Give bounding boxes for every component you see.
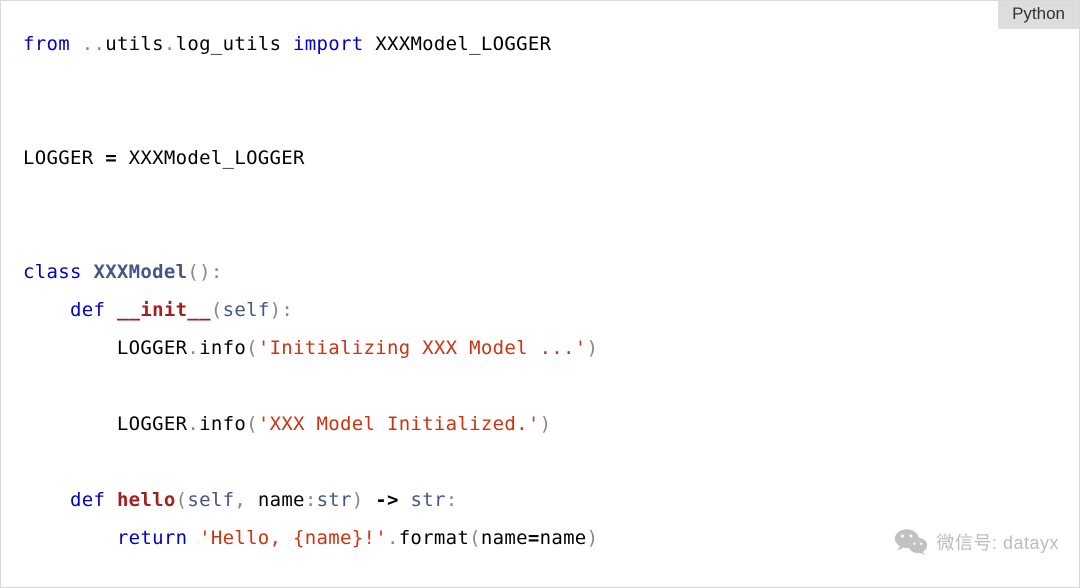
code-token: ( — [211, 299, 223, 321]
code-token: return — [117, 527, 187, 549]
code-token: info — [199, 337, 246, 359]
code-token: : — [305, 489, 317, 511]
code-token: . — [187, 337, 199, 359]
code-token: (): — [187, 261, 222, 283]
code-token: from — [23, 33, 70, 55]
code-token: -> — [375, 489, 398, 511]
code-token: = — [105, 147, 117, 169]
code-token: info — [199, 413, 246, 435]
code-token: . — [387, 527, 399, 549]
code-token: , — [234, 489, 257, 511]
code-token: log_utils — [176, 33, 293, 55]
code-token: : — [446, 489, 458, 511]
code-token: XXXModel_LOGGER — [363, 33, 551, 55]
code-token: format — [399, 527, 469, 549]
code-token — [70, 33, 82, 55]
code-token: class — [23, 261, 82, 283]
code-token: .. — [82, 33, 105, 55]
code-token: utils — [105, 33, 164, 55]
code-token: ) — [540, 413, 552, 435]
code-token: hello — [117, 489, 176, 511]
code-token — [23, 299, 70, 321]
code-token — [105, 489, 117, 511]
code-token: LOGGER — [23, 413, 187, 435]
code-token: 'XXX Model Initialized.' — [258, 413, 540, 435]
code-token: ) — [587, 337, 599, 359]
code-token — [105, 299, 117, 321]
code-token: def — [70, 299, 105, 321]
code-token: LOGGER — [23, 337, 187, 359]
code-token: str — [411, 489, 446, 511]
code-token: ( — [469, 527, 481, 549]
code-token: . — [187, 413, 199, 435]
code-token: XXXModel — [93, 261, 187, 283]
code-token: LOGGER — [23, 147, 105, 169]
code-token — [23, 527, 117, 549]
code-token: __init__ — [117, 299, 211, 321]
code-token: name — [540, 527, 587, 549]
code-token: name — [481, 527, 528, 549]
code-block-frame: Python from ..utils.log_utils import XXX… — [0, 0, 1080, 588]
code-token: ( — [246, 413, 258, 435]
code-token — [187, 527, 199, 549]
code-token — [82, 261, 94, 283]
code-token: = — [528, 527, 540, 549]
code-token — [399, 489, 411, 511]
code-token: 'Initializing XXX Model ...' — [258, 337, 587, 359]
code-token — [23, 489, 70, 511]
code-token: import — [293, 33, 363, 55]
code-token: ( — [246, 337, 258, 359]
code-token: ( — [176, 489, 188, 511]
code-token: ): — [270, 299, 293, 321]
code-content: from ..utils.log_utils import XXXModel_L… — [1, 1, 1079, 579]
code-token: str — [317, 489, 352, 511]
code-token: ) — [587, 527, 599, 549]
code-token: ) — [352, 489, 375, 511]
language-badge: Python — [998, 1, 1079, 29]
code-token: XXXModel_LOGGER — [117, 147, 305, 169]
code-token: . — [164, 33, 176, 55]
code-token: self — [223, 299, 270, 321]
code-token: 'Hello, {name}!' — [199, 527, 387, 549]
code-token: self — [187, 489, 234, 511]
code-token: def — [70, 489, 105, 511]
code-token: name — [258, 489, 305, 511]
